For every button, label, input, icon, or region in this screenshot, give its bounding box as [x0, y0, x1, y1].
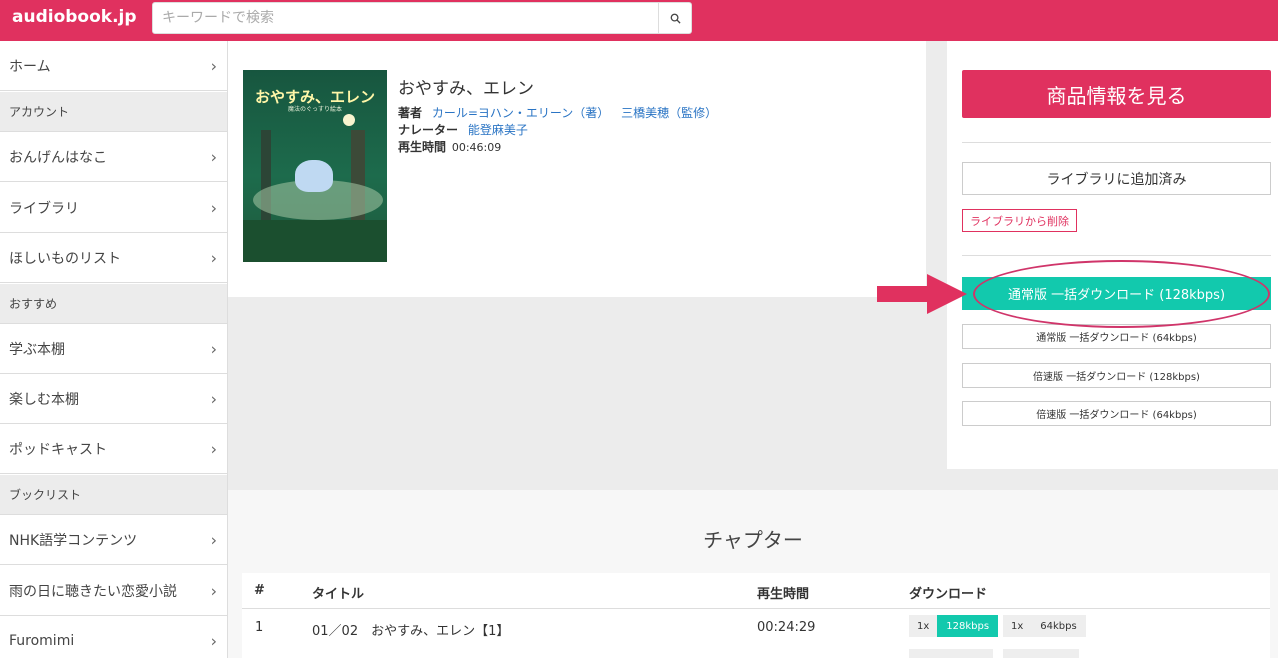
sidebar-item-library[interactable]: ライブラリ › [0, 183, 227, 233]
view-product-button[interactable]: 商品情報を見る [962, 70, 1271, 118]
sidebar-item-label: Furomimi [9, 632, 75, 649]
sidebar-item-label: ポッドキャスト [9, 441, 107, 458]
search-input[interactable] [153, 3, 659, 33]
sidebar-section-booklist: ブックリスト [0, 475, 227, 515]
divider [962, 142, 1271, 143]
sidebar-item-label: 楽しむ本棚 [9, 391, 79, 408]
remove-from-library-button[interactable]: ライブラリから削除 [962, 209, 1077, 232]
duration-value: 00:46:09 [451, 141, 502, 154]
column-header: # [254, 583, 265, 598]
sidebar-item-podcast[interactable]: ポッドキャスト › [0, 424, 227, 474]
chip-quality: 64kbps [1040, 620, 1077, 632]
actions-panel: 商品情報を見る ライブラリに追加済み ライブラリから削除 通常版 一括ダウンロー… [947, 41, 1278, 469]
chip-speed: 1x [1011, 620, 1024, 632]
chip-speed: 1x [917, 620, 930, 632]
search-icon [670, 13, 681, 24]
sidebar-item-wishlist[interactable]: ほしいものリスト › [0, 233, 227, 283]
arrow-right-icon [877, 274, 967, 314]
sidebar-item-label: ほしいものリスト [9, 250, 121, 267]
download-all-normal-128-button[interactable]: 通常版 一括ダウンロード (128kbps) [962, 277, 1271, 310]
download-chip-partial[interactable] [909, 649, 993, 658]
duration-label: 再生時間 [398, 140, 447, 154]
sidebar-item-learn-shelf[interactable]: 学ぶ本棚 › [0, 324, 227, 374]
sidebar-item-furomimi[interactable]: Furomimi › [0, 616, 227, 658]
chevron-right-icon: › [210, 248, 217, 267]
book-info-panel: おやすみ、エレン 魔法のぐっすり絵本 おやすみ、エレン 著者 カール=ヨハン・エ… [228, 41, 926, 297]
sidebar-item-nhk[interactable]: NHK語学コンテンツ › [0, 515, 227, 565]
download-chip-partial[interactable] [1003, 649, 1079, 658]
chapter-table: # タイトル 再生時間 ダウンロード 1 01／02 おやすみ、エレン【1】 0… [242, 573, 1270, 658]
download-all-double-64-button[interactable]: 倍速版 一括ダウンロード (64kbps) [962, 401, 1271, 426]
sidebar-item-label: ホーム [9, 58, 51, 75]
chevron-right-icon: › [210, 439, 217, 458]
chapter-heading: チャプター [703, 528, 803, 552]
sidebar-item-label: 学ぶ本棚 [9, 341, 65, 358]
supervisor-link[interactable]: 三橋美穂（監修） [621, 106, 717, 120]
column-header: タイトル [312, 587, 365, 602]
sidebar-item-home[interactable]: ホーム › [0, 41, 227, 91]
narrator-label: ナレーター [398, 123, 459, 137]
sidebar-item-label: ライブラリ [9, 200, 79, 217]
sidebar-item-label: 雨の日に聴きたい恋愛小説 [9, 583, 177, 600]
column-header: 再生時間 [757, 587, 810, 602]
chevron-right-icon: › [210, 198, 217, 217]
download-chip-1x-128[interactable]: 1x 128kbps [909, 615, 999, 637]
book-title: おやすみ、エレン [398, 79, 534, 99]
column-header: ダウンロード [909, 587, 988, 602]
author-label: 著者 [398, 106, 423, 120]
author-link[interactable]: カール=ヨハン・エリーン（著） [432, 106, 609, 120]
chevron-right-icon: › [210, 581, 217, 600]
search-bar [152, 2, 692, 34]
chapter-section: チャプター # タイトル 再生時間 ダウンロード 1 01／02 おやすみ、エレ… [228, 490, 1278, 658]
moon-illustration [343, 114, 355, 126]
top-header: audiobook.jp [0, 0, 1278, 41]
sidebar-section-recommend: おすすめ [0, 284, 227, 324]
chevron-right-icon: › [210, 631, 217, 650]
chevron-right-icon: › [210, 339, 217, 358]
divider [962, 255, 1271, 256]
download-all-double-128-button[interactable]: 倍速版 一括ダウンロード (128kbps) [962, 363, 1271, 388]
narrator-row: ナレーター 能登麻美子 [398, 121, 536, 138]
chapter-number: 1 [255, 620, 264, 635]
chapter-title: 01／02 おやすみ、エレン【1】 [312, 624, 510, 639]
sidebar-item-account[interactable]: おんげんはなこ › [0, 132, 227, 182]
sidebar-section-account: アカウント [0, 92, 227, 132]
chip-quality: 128kbps [937, 615, 999, 637]
chevron-right-icon: › [210, 530, 217, 549]
search-button[interactable] [658, 3, 691, 33]
duration-row: 再生時間 00:46:09 [398, 138, 501, 155]
sidebar-item-label: NHK語学コンテンツ [9, 532, 138, 549]
chevron-right-icon: › [210, 147, 217, 166]
library-added-button[interactable]: ライブラリに追加済み [962, 162, 1271, 195]
sidebar-item-fun-shelf[interactable]: 楽しむ本棚 › [0, 374, 227, 424]
site-logo[interactable]: audiobook.jp [12, 7, 137, 27]
download-chip-1x-64[interactable]: 1x 64kbps [1003, 615, 1086, 637]
sidebar-item-label: おんげんはなこ [9, 149, 107, 166]
download-all-normal-64-button[interactable]: 通常版 一括ダウンロード (64kbps) [962, 324, 1271, 349]
author-row: 著者 カール=ヨハン・エリーン（著） 三橋美穂（監修） [398, 104, 725, 121]
divider [242, 608, 1270, 609]
book-cover[interactable]: おやすみ、エレン 魔法のぐっすり絵本 [243, 70, 387, 262]
cover-subtitle: 魔法のぐっすり絵本 [287, 106, 342, 113]
chapter-duration: 00:24:29 [757, 620, 816, 635]
elephant-illustration [295, 160, 333, 192]
chevron-right-icon: › [210, 389, 217, 408]
narrator-link[interactable]: 能登麻美子 [468, 123, 528, 137]
chevron-right-icon: › [210, 56, 217, 75]
sidebar-item-rainy-day[interactable]: 雨の日に聴きたい恋愛小説 › [0, 566, 227, 616]
sidebar: ホーム › アカウント おんげんはなこ › ライブラリ › ほしいものリスト ›… [0, 41, 228, 658]
